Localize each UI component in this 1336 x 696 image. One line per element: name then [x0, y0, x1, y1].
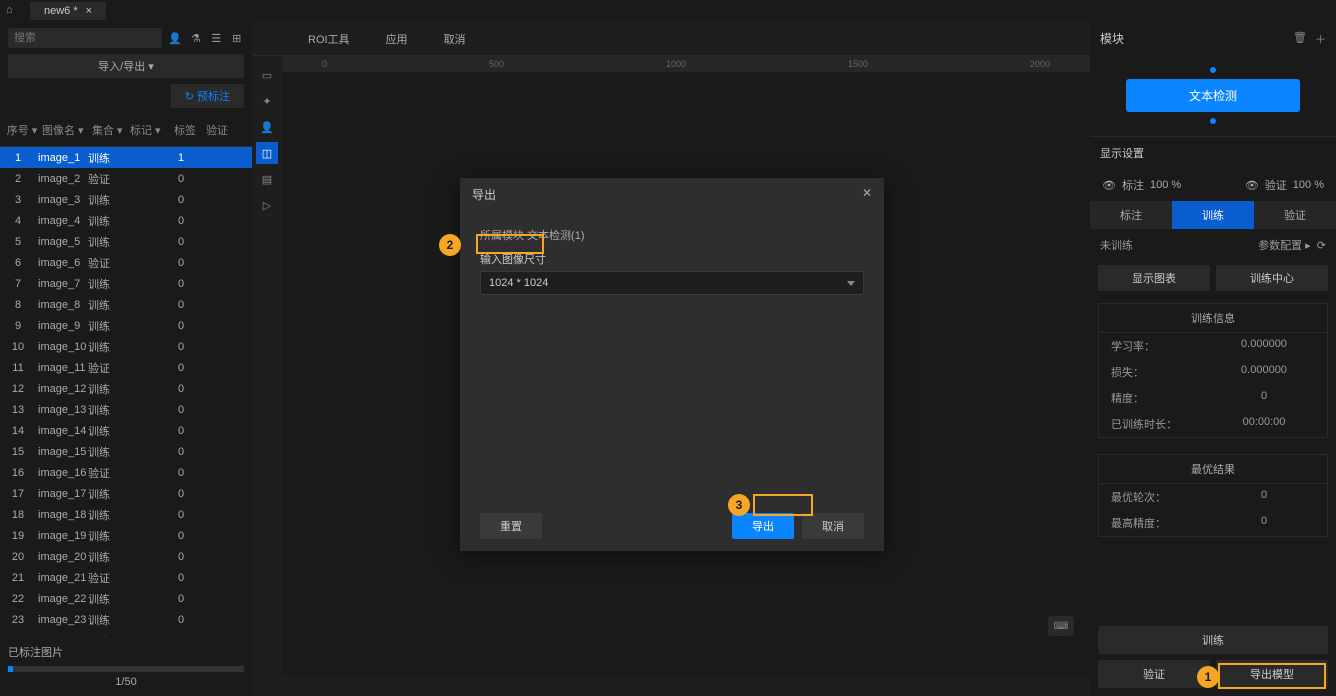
table-row[interactable]: 23image_23训练0: [0, 609, 252, 630]
table-row[interactable]: 17image_17训练0: [0, 483, 252, 504]
input-size-label: 输入图像尺寸: [480, 251, 546, 267]
file-tab[interactable]: new6 * ×: [30, 2, 106, 20]
train-button[interactable]: 训练: [1098, 626, 1328, 654]
table-row[interactable]: 5image_5训练0: [0, 231, 252, 252]
input-size-dropdown[interactable]: 1024 * 1024: [480, 271, 864, 295]
col-val[interactable]: 验证: [204, 118, 234, 142]
table-row[interactable]: 19image_19训练0: [0, 525, 252, 546]
roi-tool-button[interactable]: ROI工具: [292, 27, 366, 51]
plus-icon[interactable]: ＋: [1315, 31, 1326, 47]
table-row[interactable]: 10image_10训练0: [0, 336, 252, 357]
table-row[interactable]: 9image_9训练0: [0, 315, 252, 336]
close-icon[interactable]: ×: [86, 5, 92, 17]
module-node[interactable]: 文本检测: [1126, 79, 1300, 112]
rect-tool-icon[interactable]: ◫: [256, 142, 278, 164]
dialog-cancel-button[interactable]: 取消: [802, 513, 864, 539]
col-tag[interactable]: 标签: [166, 118, 204, 142]
close-icon[interactable]: ✕: [862, 186, 872, 203]
tab-train[interactable]: 训练: [1172, 201, 1254, 229]
table-row[interactable]: 18image_18训练0: [0, 504, 252, 525]
table-row[interactable]: 2image_2验证0: [0, 168, 252, 189]
col-index[interactable]: 序号 ▾: [4, 118, 40, 142]
table-header: 序号 ▾ 图像名 ▾ 集合 ▾ 标记 ▾ 标签 验证: [0, 114, 252, 147]
export-model-button[interactable]: 导出模型: [1216, 660, 1328, 688]
magic-tool-icon[interactable]: ✦: [256, 90, 278, 112]
filter-icon[interactable]: ⚗: [189, 30, 204, 46]
dropdown-value: 1024 * 1024: [489, 277, 548, 289]
train-status: 未训练: [1100, 237, 1133, 253]
owner-module-label: 所属模块 文本检测(1): [480, 227, 864, 243]
home-icon[interactable]: ⌂: [6, 4, 20, 18]
table-row[interactable]: 4image_4训练0: [0, 210, 252, 231]
search-input[interactable]: [8, 28, 162, 48]
params-config-button[interactable]: 参数配置 ▸: [1258, 240, 1311, 252]
table-row[interactable]: 6image_6验证0: [0, 252, 252, 273]
right-panel: 模块 🗑 ＋ 文本检测 显示设置 👁标注100 % 👁验证100 % 标注 训练…: [1090, 22, 1336, 696]
table-row[interactable]: 20image_20训练0: [0, 546, 252, 567]
module-panel-title: 模块: [1100, 30, 1124, 47]
table-row[interactable]: 16image_16验证0: [0, 462, 252, 483]
callout-1: 1: [1197, 666, 1219, 688]
table-row[interactable]: 8image_8训练0: [0, 294, 252, 315]
callout-3: 3: [728, 494, 750, 516]
relabel-button[interactable]: ↻ 预标注: [171, 84, 244, 108]
eye-icon[interactable]: 👁: [1245, 179, 1259, 192]
person-tool-icon[interactable]: 👤: [256, 116, 278, 138]
ruler-horizontal: 0 500 1000 1500 2000: [282, 56, 1090, 72]
trash-icon[interactable]: 🗑: [1293, 31, 1307, 47]
apply-button[interactable]: 应用: [370, 27, 424, 51]
cancel-button[interactable]: 取消: [428, 27, 482, 51]
table-row[interactable]: 12image_12训练0: [0, 378, 252, 399]
validate-button[interactable]: 验证: [1098, 660, 1210, 688]
play-tool-icon[interactable]: ▷: [256, 194, 278, 216]
tab-validate[interactable]: 验证: [1254, 201, 1336, 229]
dialog-title: 导出: [472, 186, 496, 203]
left-panel: 👤 ⚗ ☰ ⊞ 导入/导出 ▾ ↻ 预标注 序号 ▾ 图像名 ▾ 集合 ▾ 标记…: [0, 22, 252, 696]
col-name[interactable]: 图像名 ▾: [40, 118, 90, 142]
labeled-count-label: 已标注图片: [8, 644, 244, 660]
lasso-tool-icon[interactable]: ▤: [256, 168, 278, 190]
show-chart-button[interactable]: 显示图表: [1098, 265, 1210, 291]
callout-2: 2: [439, 234, 461, 256]
titlebar: ⌂ new6 * ×: [0, 0, 1336, 22]
table-row[interactable]: 13image_13训练0: [0, 399, 252, 420]
table-row[interactable]: 22image_22训练0: [0, 588, 252, 609]
tab-mark[interactable]: 标注: [1090, 201, 1172, 229]
display-section-title: 显示设置: [1090, 136, 1336, 169]
reset-button[interactable]: 重置: [480, 513, 542, 539]
table-row[interactable]: 7image_7训练0: [0, 273, 252, 294]
grid-icon[interactable]: ⊞: [230, 30, 245, 46]
train-info-title: 训练信息: [1099, 304, 1327, 333]
export-button[interactable]: 导出: [732, 513, 794, 539]
export-dialog: 导出 ✕ 所属模块 文本检测(1) 输入图像尺寸 1024 * 1024 重置 …: [460, 178, 884, 551]
col-set[interactable]: 集合 ▾: [90, 118, 128, 142]
table-row[interactable]: 21image_21验证0: [0, 567, 252, 588]
train-center-button[interactable]: 训练中心: [1216, 265, 1328, 291]
table-row[interactable]: 15image_15训练0: [0, 441, 252, 462]
refresh-icon[interactable]: ⟳: [1317, 240, 1326, 252]
list-icon[interactable]: ☰: [209, 30, 224, 46]
table-row[interactable]: 1image_1训练1: [0, 147, 252, 168]
table-row[interactable]: 3image_3训练0: [0, 189, 252, 210]
table-row[interactable]: 11image_11验证0: [0, 357, 252, 378]
select-tool-icon[interactable]: ▭: [256, 64, 278, 86]
person-icon[interactable]: 👤: [168, 30, 183, 46]
eye-icon[interactable]: 👁: [1102, 179, 1116, 192]
file-tab-label: new6 *: [44, 5, 78, 17]
chevron-down-icon: [847, 281, 855, 286]
import-export-button[interactable]: 导入/导出 ▾: [8, 54, 244, 78]
keyboard-icon[interactable]: ⌨: [1048, 616, 1074, 636]
table-row[interactable]: 14image_14训练0: [0, 420, 252, 441]
progress-bar: [8, 666, 244, 672]
col-mark[interactable]: 标记 ▾: [128, 118, 166, 142]
best-result-title: 最优结果: [1099, 455, 1327, 484]
progress-text: 1/50: [8, 676, 244, 688]
image-table: 1image_1训练12image_2验证03image_3训练04image_…: [0, 147, 252, 636]
